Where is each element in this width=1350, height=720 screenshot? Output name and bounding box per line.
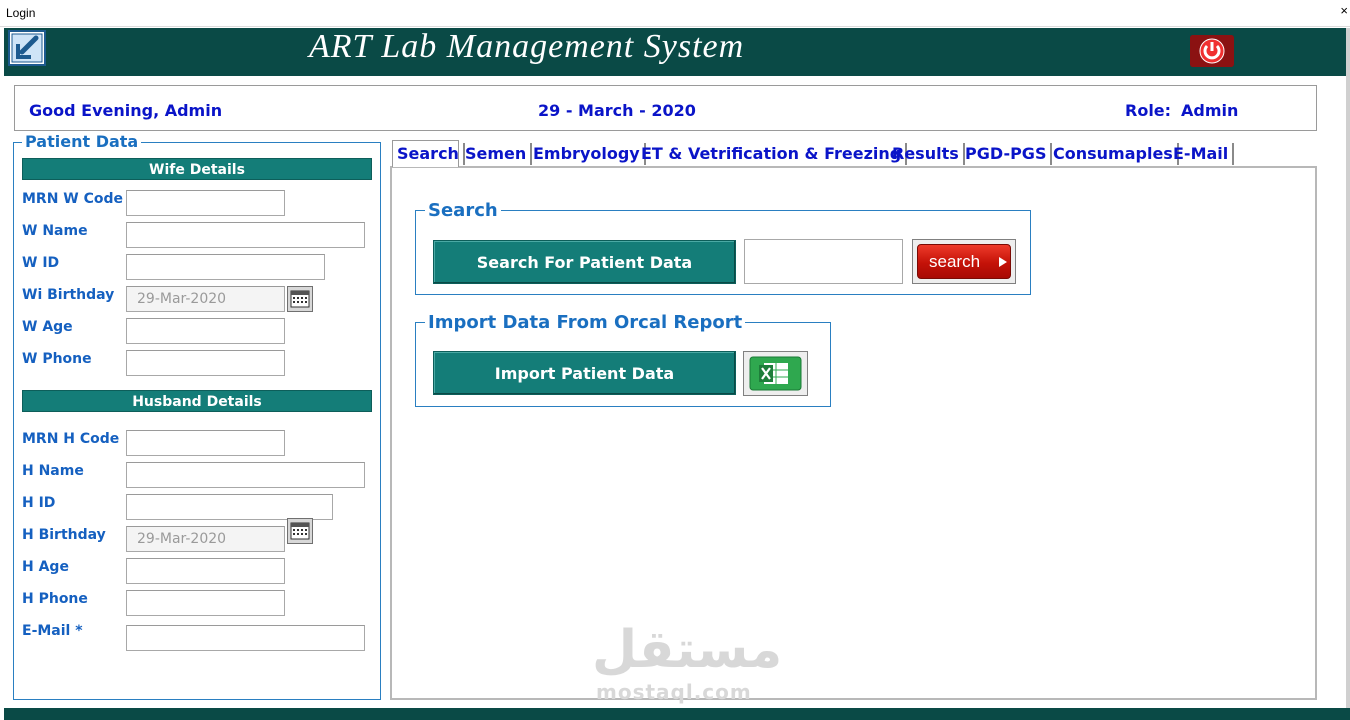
watermark-latin: mostaql.com [596,680,752,704]
h-birthday-input[interactable]: 29-Mar-2020 [126,526,285,552]
role-value: Admin [1181,101,1239,120]
window-right-edge [1346,28,1350,720]
wi-birthday-label: Wi Birthday [22,287,115,303]
search-input[interactable] [744,239,903,284]
tab-search[interactable]: Search [393,143,465,165]
tab-semen[interactable]: Semen [461,143,533,165]
search-patient-data-button[interactable]: Search For Patient Data [433,240,736,284]
h-phone-label: H Phone [22,591,88,607]
email-label: E-Mail * [22,623,83,639]
w-age-label: W Age [22,319,73,335]
tab-et-vetrification-freezing[interactable]: ET & Vetrification & Freezing [637,143,908,165]
wi-birthday-input[interactable]: 29-Mar-2020 [126,286,285,312]
h-age-input[interactable] [126,558,285,584]
mrn-w-code-input[interactable] [126,190,285,216]
h-id-input[interactable] [126,494,333,520]
role-label: Role: [1125,101,1172,120]
tab-email[interactable]: E-Mail [1169,143,1235,165]
greeting-text: Good Evening, Admin [29,101,223,120]
h-name-input[interactable] [126,462,365,488]
mrn-h-code-label: MRN H Code [22,431,120,447]
h-name-label: H Name [22,463,84,479]
calendar-icon[interactable] [287,518,313,544]
w-age-input[interactable] [126,318,285,344]
play-arrow-icon [999,257,1007,267]
tab-pgd-pgs[interactable]: PGD-PGS [961,143,1053,165]
patient-panel-title: Patient Data [22,132,142,151]
power-icon[interactable] [1190,35,1234,67]
current-date: 29 - March - 2020 [538,101,696,120]
w-id-input[interactable] [126,254,325,280]
husband-details-header: Husband Details [22,390,372,412]
wife-details-header: Wife Details [22,158,372,180]
import-group-title: Import Data From Orcal Report [425,312,746,333]
app-header: ART Lab Management System [4,28,1350,76]
search-go-label: search [929,252,981,271]
w-id-label: W ID [22,255,60,271]
tab-consumaples[interactable]: Consumaples [1049,143,1179,165]
tab-results[interactable]: Results [888,143,965,165]
search-go-label-container: search [917,244,1011,279]
search-group-title: Search [425,200,501,221]
calendar-icon[interactable] [287,286,313,312]
h-id-label: H ID [22,495,56,511]
window-close-icon[interactable]: × [1340,3,1348,18]
w-phone-label: W Phone [22,351,92,367]
h-age-label: H Age [22,559,69,575]
search-go-button[interactable]: search [912,239,1016,284]
mrn-w-code-label: MRN W Code [22,191,124,207]
w-name-input[interactable] [126,222,365,248]
back-arrow-icon[interactable] [8,30,46,66]
window-title: Login [6,6,36,20]
mrn-h-code-input[interactable] [126,430,285,456]
w-name-label: W Name [22,223,88,239]
window-titlebar: Login × [0,0,1350,27]
email-input[interactable] [126,625,365,651]
excel-icon[interactable] [743,351,808,396]
tab-embryology[interactable]: Embryology [529,143,646,165]
import-patient-data-button[interactable]: Import Patient Data [433,351,736,395]
h-birthday-label: H Birthday [22,527,106,543]
h-phone-input[interactable] [126,590,285,616]
app-footer [4,708,1350,720]
w-phone-input[interactable] [126,350,285,376]
watermark-arabic: مستقل [592,620,783,680]
app-title: ART Lab Management System [309,28,745,65]
info-bar: Good Evening, Admin 29 - March - 2020 Ro… [14,85,1317,131]
